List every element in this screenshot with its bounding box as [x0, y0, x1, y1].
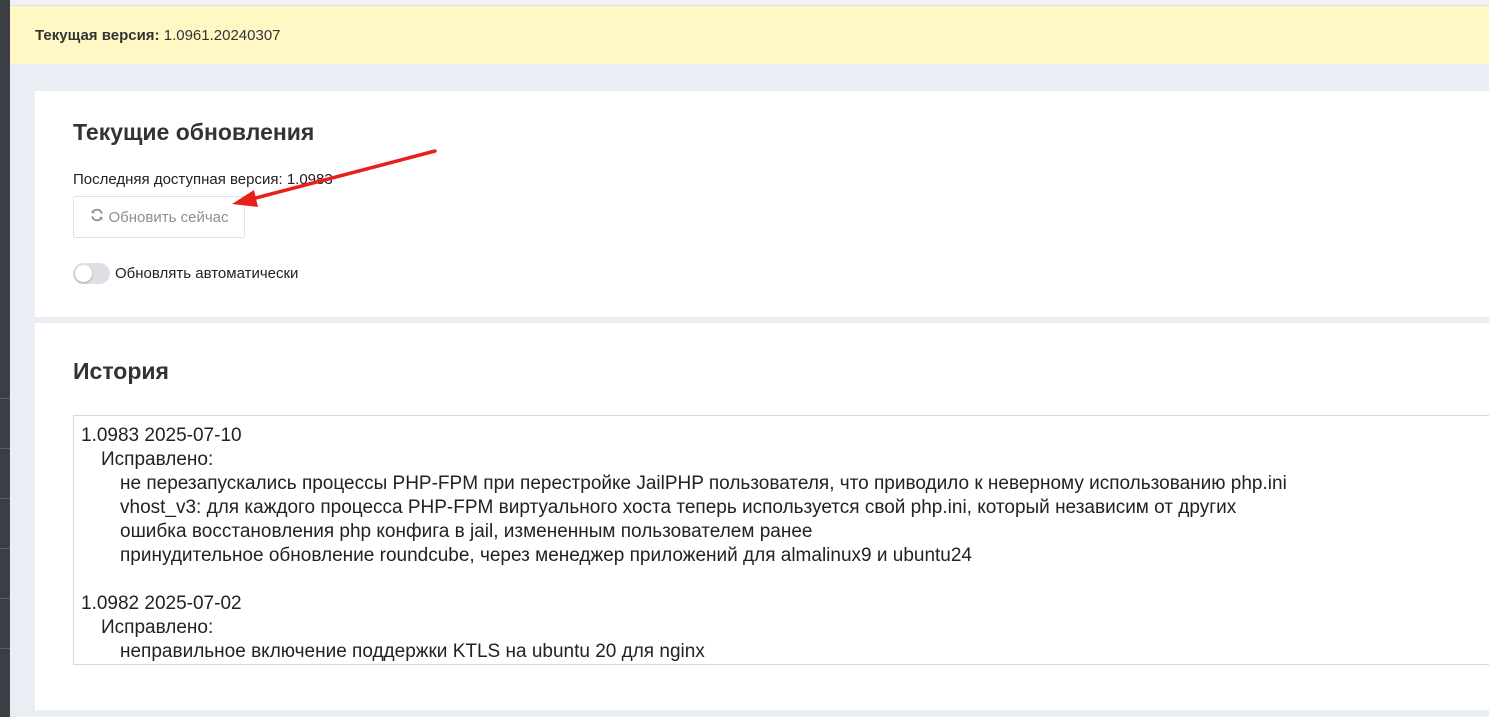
toggle-knob [75, 265, 92, 282]
entry-section: Исправлено: [101, 617, 214, 638]
entry-item: неправильное включение поддержки KTLS на… [120, 641, 705, 662]
history-title: История [73, 358, 169, 384]
entry-item: ошибка восстановления php конфига в jail… [120, 521, 813, 542]
sidebar-divider [0, 398, 10, 399]
history-entry: 1.0982 2025-07-02 Исправлено: неправильн… [81, 592, 1489, 664]
sidebar-strip [0, 0, 10, 717]
entry-section: Исправлено: [101, 449, 214, 470]
sidebar-divider [0, 498, 10, 499]
current-version-bar: Текущая версия: 1.0961.20240307 [10, 6, 1489, 64]
entry-item: принудительное обновление roundcube, чер… [120, 545, 973, 566]
updates-title: Текущие обновления [73, 119, 315, 145]
auto-update-label: Обновлять автоматически [115, 265, 299, 282]
update-now-button[interactable]: Обновить сейчас [73, 196, 245, 238]
entry-header: 1.0982 2025-07-02 [81, 593, 242, 614]
latest-version-text: Последняя доступная версия: 1.0983 [73, 171, 333, 188]
history-card: История 1.0983 2025-07-10 Исправлено: не… [35, 323, 1489, 710]
auto-update-toggle[interactable] [73, 263, 110, 284]
sidebar-divider [0, 648, 10, 649]
sidebar-divider [0, 598, 10, 599]
auto-update-row: Обновлять автоматически [73, 263, 298, 284]
update-now-label: Обновить сейчас [108, 208, 229, 226]
updates-card: Текущие обновления Последняя доступная в… [35, 91, 1489, 317]
history-log[interactable]: 1.0983 2025-07-10 Исправлено: не перезап… [73, 415, 1489, 665]
current-version-label: Текущая версия: [35, 27, 160, 44]
sidebar-divider [0, 548, 10, 549]
entry-item: не перезапускались процессы PHP-FPM при … [120, 473, 1287, 494]
current-version-value: 1.0961.20240307 [163, 27, 281, 44]
sidebar-divider [0, 448, 10, 449]
history-entry: 1.0983 2025-07-10 Исправлено: не перезап… [81, 424, 1489, 568]
entry-header: 1.0983 2025-07-10 [81, 425, 242, 446]
refresh-icon [90, 208, 104, 226]
entry-item: vhost_v3: для каждого процесса PHP-FPM в… [120, 497, 1237, 518]
